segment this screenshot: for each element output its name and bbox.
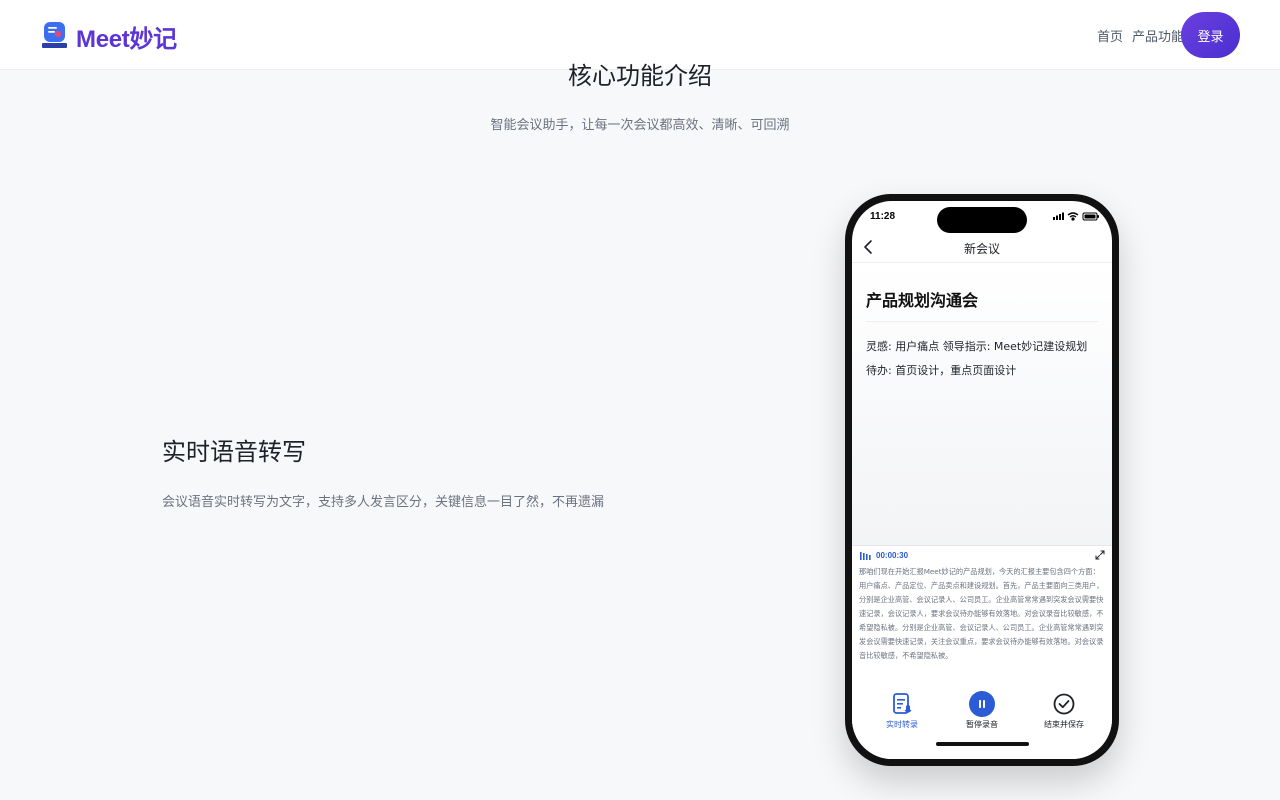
recording-timer: 00:00:30	[876, 551, 909, 560]
end-and-save-label: 结束并保存	[1044, 720, 1084, 729]
status-icons	[1053, 212, 1099, 221]
login-button[interactable]: 登录	[1181, 12, 1240, 58]
pause-recording-button[interactable]: 暂停录音	[942, 691, 1022, 730]
dynamic-island	[937, 207, 1027, 233]
brand-name[interactable]: Meet妙记	[76, 19, 177, 54]
nav-link-home[interactable]: 首页	[1097, 26, 1123, 45]
transcript-text: 那咱们现在开始汇报Meet妙记的产品规划，今天的汇报主要包含四个方面：用户痛点、…	[859, 567, 1104, 660]
note-divider	[866, 321, 1098, 322]
phone-mockup: 11:28 新会议 产品规划沟通会 灵感: 用户痛点 领导指示: Meet妙记建…	[845, 194, 1119, 766]
section-title: 核心功能介绍	[568, 62, 712, 90]
logo-icon[interactable]	[42, 22, 67, 48]
battery-icon	[1082, 212, 1099, 221]
status-time: 11:28	[870, 211, 896, 222]
feature-title: 实时语音转写	[162, 438, 306, 466]
pause-icon	[969, 691, 995, 717]
meeting-title[interactable]: 产品规划沟通会	[866, 287, 978, 311]
transcribe-icon	[893, 693, 912, 714]
transcribe-button[interactable]: 实时转录	[862, 691, 942, 730]
feature-description: 会议语音实时转写为文字，支持多人发言区分，关键信息一目了然，不再遗漏	[162, 495, 605, 510]
transcribe-label: 实时转录	[886, 720, 918, 729]
section-subtitle: 智能会议助手，让每一次会议都高效、清晰、可回溯	[490, 118, 790, 133]
check-circle-icon	[1053, 693, 1075, 715]
signal-icon	[1053, 212, 1064, 220]
pause-recording-label: 暂停录音	[966, 720, 998, 729]
end-and-save-button[interactable]: 结束并保存	[1024, 691, 1104, 730]
note-row-inspiration[interactable]: 灵感: 用户痛点 领导指示: Meet妙记建设规划	[866, 338, 1087, 354]
note-row-todo[interactable]: 待办: 首页设计，重点页面设计	[866, 362, 1016, 378]
phone-screen: 11:28 新会议 产品规划沟通会 灵感: 用户痛点 领导指示: Meet妙记建…	[852, 201, 1112, 759]
meeting-nav-title: 新会议	[963, 242, 1000, 256]
expand-icon[interactable]	[1095, 550, 1105, 560]
wifi-icon	[1067, 212, 1079, 221]
nav-link-features[interactable]: 产品功能	[1132, 26, 1184, 45]
waveform-icon	[860, 552, 871, 560]
home-indicator	[936, 742, 1029, 746]
